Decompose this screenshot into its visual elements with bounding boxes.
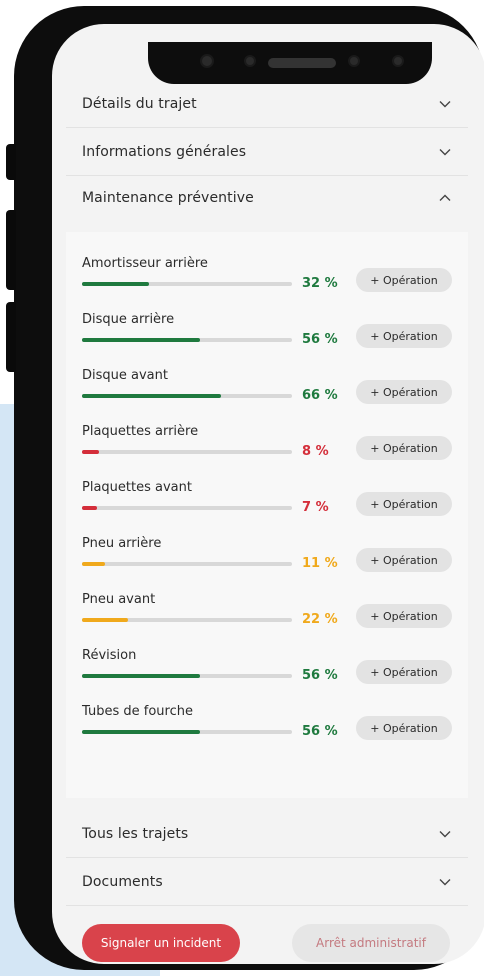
phone-screen: Détails du trajet Informations générales… [52, 24, 484, 964]
phone-side-button [6, 144, 16, 180]
maintenance-item-label: Révision [82, 648, 137, 663]
progress-fill [82, 394, 221, 398]
progress-fill [82, 674, 200, 678]
speaker-grille [268, 58, 336, 68]
section-trip-details[interactable]: Détails du trajet [66, 80, 468, 128]
section-general-info-label: Informations générales [82, 143, 247, 160]
percent-value: 7 % [302, 500, 329, 515]
progress-track [82, 674, 292, 678]
phone-notch [148, 42, 432, 84]
section-general-info[interactable]: Informations générales [66, 128, 468, 176]
add-operation-button[interactable]: + Opération [356, 604, 452, 628]
progress-track [82, 730, 292, 734]
section-all-trips[interactable]: Tous les trajets [66, 810, 468, 858]
progress-track [82, 618, 292, 622]
percent-value: 22 % [302, 612, 338, 627]
progress-track [82, 450, 292, 454]
progress-fill [82, 562, 105, 566]
progress-track [82, 282, 292, 286]
add-operation-button[interactable]: + Opération [356, 268, 452, 292]
maintenance-item: Amortisseur arrière 32 % + Opération [82, 256, 454, 304]
maintenance-item: Tubes de fourche 56 % + Opération [82, 704, 454, 752]
chevron-down-icon [438, 145, 452, 159]
section-all-trips-label: Tous les trajets [82, 825, 189, 842]
progress-fill [82, 338, 200, 342]
add-operation-button[interactable]: + Opération [356, 436, 452, 460]
sensor-icon [392, 55, 404, 67]
sensor-icon [348, 55, 360, 67]
percent-value: 56 % [302, 332, 338, 347]
section-trip-details-label: Détails du trajet [82, 95, 197, 112]
add-operation-button[interactable]: + Opération [356, 660, 452, 684]
progress-track [82, 394, 292, 398]
phone-frame: Détails du trajet Informations générales… [6, 6, 484, 970]
progress-track [82, 506, 292, 510]
maintenance-item-label: Plaquettes arrière [82, 424, 199, 439]
add-operation-button[interactable]: + Opération [356, 548, 452, 572]
maintenance-item: Plaquettes arrière 8 % + Opération [82, 424, 454, 472]
percent-value: 8 % [302, 444, 329, 459]
progress-fill [82, 506, 97, 510]
maintenance-item: Disque arrière 56 % + Opération [82, 312, 454, 360]
phone-volume-up-button [6, 210, 16, 290]
percent-value: 56 % [302, 668, 338, 683]
progress-fill [82, 282, 149, 286]
sensor-icon [244, 55, 256, 67]
maintenance-item-label: Tubes de fourche [82, 704, 193, 719]
add-operation-button[interactable]: + Opération [356, 324, 452, 348]
report-incident-button[interactable]: Signaler un incident [82, 924, 240, 962]
maintenance-item: Plaquettes avant 7 % + Opération [82, 480, 454, 528]
maintenance-item-label: Plaquettes avant [82, 480, 192, 495]
maintenance-item-label: Amortisseur arrière [82, 256, 208, 271]
progress-track [82, 562, 292, 566]
phone-volume-down-button [6, 302, 16, 372]
progress-fill [82, 730, 200, 734]
add-operation-button[interactable]: + Opération [356, 716, 452, 740]
chevron-down-icon [438, 875, 452, 889]
percent-value: 56 % [302, 724, 338, 739]
progress-track [82, 338, 292, 342]
add-operation-button[interactable]: + Opération [356, 492, 452, 516]
maintenance-item-label: Disque avant [82, 368, 168, 383]
maintenance-item-label: Pneu avant [82, 592, 156, 607]
section-preventive-maintenance[interactable]: Maintenance préventive [66, 174, 468, 222]
front-camera-icon [200, 54, 214, 68]
percent-value: 11 % [302, 556, 338, 571]
maintenance-item: Pneu arrière 11 % + Opération [82, 536, 454, 584]
app-content: Détails du trajet Informations générales… [52, 24, 484, 964]
section-documents-label: Documents [82, 873, 163, 890]
add-operation-button[interactable]: + Opération [356, 380, 452, 404]
maintenance-item-label: Pneu arrière [82, 536, 162, 551]
section-documents[interactable]: Documents [66, 858, 468, 906]
chevron-down-icon [438, 97, 452, 111]
percent-value: 32 % [302, 276, 338, 291]
maintenance-item: Disque avant 66 % + Opération [82, 368, 454, 416]
progress-fill [82, 450, 99, 454]
progress-fill [82, 618, 128, 622]
section-preventive-maintenance-label: Maintenance préventive [82, 190, 254, 206]
maintenance-item: Révision 56 % + Opération [82, 648, 454, 696]
maintenance-item: Pneu avant 22 % + Opération [82, 592, 454, 640]
chevron-down-icon [438, 827, 452, 841]
maintenance-item-label: Disque arrière [82, 312, 175, 327]
administrative-stop-button[interactable]: Arrêt administratif [292, 924, 450, 962]
chevron-up-icon [438, 191, 452, 205]
percent-value: 66 % [302, 388, 338, 403]
